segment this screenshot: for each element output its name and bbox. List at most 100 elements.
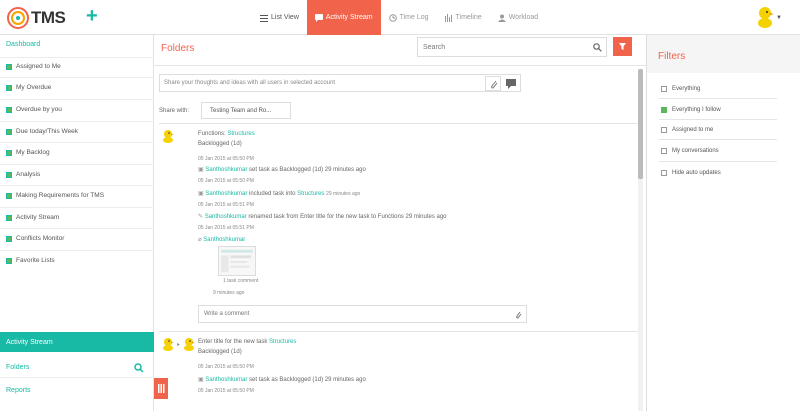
sidebar-item-label: Conflicts Monitor: [16, 235, 65, 242]
user-avatar-icon: [163, 338, 174, 351]
filter-label: Everything I follow: [672, 107, 721, 113]
filter-everything-i-follow[interactable]: Everything I follow: [661, 107, 721, 113]
checkbox[interactable]: [661, 127, 667, 133]
attachment-thumbnail[interactable]: [218, 246, 256, 276]
checkbox[interactable]: [661, 86, 667, 92]
timestamp: 05 Jan 2015 at 05:50 PM: [198, 178, 254, 184]
divider: [659, 161, 777, 162]
chat-icon: [314, 13, 323, 22]
activity-line: ✎ Santhoshkumar renamed task from Enter …: [198, 214, 447, 220]
scrollbar-thumb[interactable]: [638, 69, 643, 179]
checkbox[interactable]: [661, 148, 667, 154]
divider: [0, 77, 154, 78]
clock-icon: [388, 13, 397, 22]
user-icon: [497, 14, 506, 22]
sidebar-reports[interactable]: Reports: [6, 387, 31, 394]
search-icon[interactable]: [134, 363, 144, 373]
pencil-icon: ✎: [198, 214, 205, 220]
filters-title: Filters: [658, 51, 686, 62]
columns-icon: [158, 384, 165, 393]
paperclip-icon[interactable]: [514, 310, 523, 319]
divider: [0, 228, 154, 229]
paperclip-icon: [491, 80, 498, 89]
sidebar-item-label: Favorite Lists: [16, 257, 55, 264]
sidebar-item-making-requirements[interactable]: Making Requirements for TMS: [6, 192, 104, 199]
chevron-down-icon[interactable]: ▼: [776, 15, 782, 21]
folder-square-icon: [6, 63, 12, 70]
entry-folder: Enter title for the new task Structures: [198, 339, 297, 345]
timestamp: 05 Jan 2015 at 05:50 PM: [198, 388, 254, 394]
folder-link[interactable]: Structures: [269, 339, 296, 345]
tab-list-view[interactable]: List View: [252, 0, 307, 35]
sidebar-item-due-today[interactable]: Due today/This Week: [6, 128, 78, 135]
sidebar-item-my-backlog[interactable]: My Backlog: [6, 149, 50, 156]
folder-link[interactable]: Structures: [297, 191, 324, 197]
activity-line: ▣ Santhoshkumar set task as Backlogged (…: [198, 377, 366, 383]
share-with-label: Share with:: [159, 108, 190, 114]
user-link[interactable]: Santhoshkumar: [203, 237, 245, 243]
chevron-right-icon: ▸: [177, 342, 181, 348]
attachment-time: 9 minutes ago: [213, 290, 245, 296]
search-icon[interactable]: [593, 43, 602, 52]
activity-line: ▣ Santhoshkumar set task as Backlogged (…: [198, 167, 366, 173]
list-icon: [260, 14, 268, 22]
feed-scrollbar[interactable]: [638, 69, 643, 411]
divider: [659, 98, 777, 99]
divider: [0, 57, 154, 58]
tab-time-log[interactable]: Time Log: [381, 0, 437, 35]
checkbox[interactable]: [661, 107, 667, 113]
write-comment-input[interactable]: Write a comment: [198, 305, 527, 323]
share-with-select[interactable]: Testing Team and Ro...: [201, 102, 291, 119]
attach-button[interactable]: [485, 76, 501, 91]
sidebar-item-my-overdue[interactable]: My Overdue: [6, 84, 51, 91]
filters-panel: Filters Everything Everything I follow A…: [646, 35, 800, 411]
checkbox[interactable]: [661, 170, 667, 176]
tab-activity-stream[interactable]: Activity Stream: [306, 0, 381, 35]
entry-folder: Functions: Structures: [198, 131, 255, 137]
entry-status: Backlogged (1d): [198, 349, 242, 355]
sidebar-item-favorite-lists[interactable]: Favorite Lists: [6, 257, 55, 264]
filter-button[interactable]: [613, 37, 632, 56]
user-link[interactable]: Santhoshkumar: [205, 214, 247, 220]
share-thoughts-input[interactable]: Share your thoughts and ideas with all u…: [159, 74, 521, 92]
filter-label: Hide auto updates: [672, 170, 721, 176]
comment-icon: [506, 79, 516, 89]
user-link[interactable]: Santhoshkumar: [205, 191, 247, 197]
sidebar-item-conflicts-monitor[interactable]: Conflicts Monitor: [6, 235, 64, 242]
filter-label: Everything: [672, 86, 701, 92]
filter-everything[interactable]: Everything: [661, 86, 700, 92]
user-avatar-icon[interactable]: [755, 5, 775, 29]
filter-hide-auto-updates[interactable]: Hide auto updates: [661, 170, 721, 176]
folder-link[interactable]: Structures: [227, 131, 254, 137]
divider: [159, 331, 639, 332]
sidebar-dashboard[interactable]: Dashboard: [6, 41, 40, 48]
post-button[interactable]: [503, 76, 519, 91]
tab-timeline[interactable]: Timeline: [437, 0, 490, 35]
user-link[interactable]: Santhoshkumar: [205, 377, 247, 383]
sidebar-item-analysis[interactable]: Analysis: [6, 171, 40, 178]
filter-my-conversations[interactable]: My conversations: [661, 148, 719, 154]
add-button[interactable]: +: [86, 5, 98, 28]
folder-square-icon: [6, 84, 12, 91]
divider: [0, 377, 154, 378]
folder-square-icon: [6, 149, 12, 156]
sidebar-item-activity-stream[interactable]: Activity Stream: [6, 214, 59, 221]
folder-square-icon: [6, 128, 12, 135]
divider: [0, 164, 154, 165]
sidebar-item-label: My Backlog: [16, 149, 50, 156]
sidebar-item-overdue-by-you[interactable]: Overdue by you: [6, 106, 62, 113]
tab-timeline-label: Timeline: [455, 14, 482, 21]
search-input[interactable]: Search: [417, 37, 607, 57]
user-link[interactable]: Santhoshkumar: [205, 167, 247, 173]
sidebar-active-activity-stream[interactable]: Activity Stream: [0, 332, 154, 352]
filters-header: Filters: [647, 35, 800, 73]
divider: [159, 123, 639, 124]
collapse-sidebar-button[interactable]: [154, 378, 168, 399]
folder-square-icon: [6, 235, 12, 242]
filter-label: Assigned to me: [672, 127, 714, 133]
page-title: Folders: [161, 43, 195, 54]
tab-workload[interactable]: Workload: [490, 0, 546, 35]
filter-assigned-to-me[interactable]: Assigned to me: [661, 127, 713, 133]
sidebar-item-assigned-to-me[interactable]: Assigned to Me: [6, 63, 61, 70]
sidebar-folders[interactable]: Folders: [6, 364, 29, 371]
